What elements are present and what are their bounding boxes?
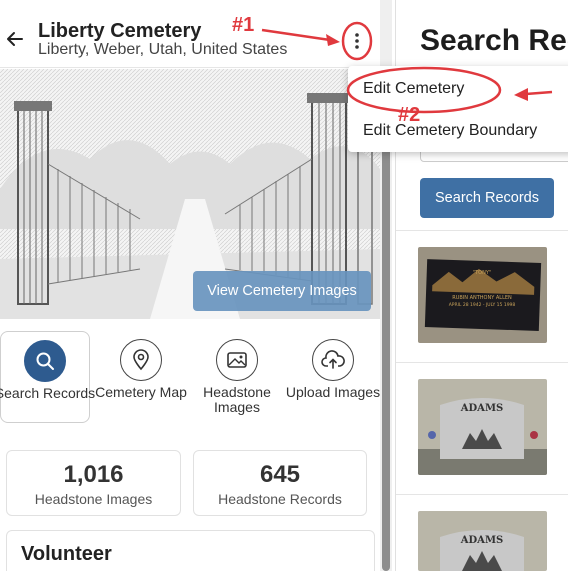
divider xyxy=(396,362,568,363)
search-records-heading: Search Rec xyxy=(420,24,568,57)
headstone-thumbnail[interactable]: ADAMS xyxy=(418,379,547,475)
cemetery-detail-panel: Liberty Cemetery Liberty, Weber, Utah, U… xyxy=(0,0,380,571)
edit-cemetery-menu-item[interactable]: Edit Cemetery xyxy=(363,80,464,98)
headstone-images-stat[interactable]: 1,016 Headstone Images xyxy=(6,450,181,516)
upload-images-label: Upload Images xyxy=(285,384,381,400)
volunteer-title: Volunteer xyxy=(21,543,112,565)
image-icon xyxy=(227,352,247,368)
upload-images-action[interactable]: Upload Images xyxy=(286,331,380,423)
cemetery-map-action[interactable]: Cemetery Map xyxy=(95,331,187,423)
search-icon-circle xyxy=(24,340,66,382)
headstone-images-label: Headstone Images xyxy=(203,384,271,415)
scrollbar-thumb[interactable] xyxy=(382,80,390,571)
cloud-upload-icon xyxy=(321,350,345,369)
headstone-records-caption: Headstone Records xyxy=(218,491,342,507)
image-icon-circle xyxy=(216,339,258,381)
headstone-records-stat[interactable]: 645 Headstone Records xyxy=(193,450,367,516)
options-menu: Edit Cemetery Edit Cemetery Boundary xyxy=(348,66,568,152)
headstone-name: ADAMS xyxy=(460,535,503,546)
annotation-label-1: #1 xyxy=(232,14,255,36)
cemetery-location: Liberty, Weber, Utah, United States xyxy=(38,41,288,58)
headstone-photo: "TONY" RUBIN ANTHONY ALLEN APRIL 28 1942… xyxy=(418,247,547,343)
search-icon xyxy=(36,352,54,370)
map-pin-icon-circle xyxy=(120,339,162,381)
headstone-name: "TONY" xyxy=(473,270,491,276)
volunteer-card: Volunteer xyxy=(6,530,375,571)
action-bar: Search Records Cemetery Map Headstone Im… xyxy=(0,325,380,425)
view-cemetery-images-button[interactable]: View Cemetery Images xyxy=(193,271,371,311)
search-records-button[interactable]: Search Records xyxy=(420,178,554,218)
headstone-thumbnail[interactable]: "TONY" RUBIN ANTHONY ALLEN APRIL 28 1942… xyxy=(418,247,547,343)
headstone-line3: APRIL 28 1942 - JULY 15 1998 xyxy=(449,302,516,308)
search-records-label: Search Records xyxy=(0,385,96,401)
divider xyxy=(396,230,568,231)
back-arrow-icon[interactable] xyxy=(4,28,26,50)
annotation-label-2: #2 xyxy=(398,104,421,126)
more-options-icon[interactable] xyxy=(346,28,368,54)
headstone-photo: ADAMS xyxy=(418,511,547,571)
map-pin-icon xyxy=(133,349,149,371)
cemetery-map-label: Cemetery Map xyxy=(95,384,187,400)
headstone-images-count: 1,016 xyxy=(63,461,124,488)
headstone-photo: ADAMS xyxy=(418,379,547,475)
cemetery-title: Liberty Cemetery xyxy=(38,20,202,42)
app-root: Liberty Cemetery Liberty, Weber, Utah, U… xyxy=(0,0,568,571)
headstone-images-caption: Headstone Images xyxy=(34,491,153,507)
cemetery-header: Liberty Cemetery Liberty, Weber, Utah, U… xyxy=(0,0,380,68)
search-records-action[interactable]: Search Records xyxy=(0,331,95,423)
cloud-upload-icon-circle xyxy=(312,339,354,381)
headstone-records-count: 645 xyxy=(259,461,301,488)
divider xyxy=(396,494,568,495)
headstone-thumbnail[interactable]: ADAMS xyxy=(418,511,547,571)
edit-cemetery-boundary-menu-item[interactable]: Edit Cemetery Boundary xyxy=(363,122,537,140)
headstone-line2: RUBIN ANTHONY ALLEN xyxy=(452,295,512,301)
headstone-name: ADAMS xyxy=(460,403,503,414)
headstone-images-action[interactable]: Headstone Images xyxy=(192,331,282,423)
